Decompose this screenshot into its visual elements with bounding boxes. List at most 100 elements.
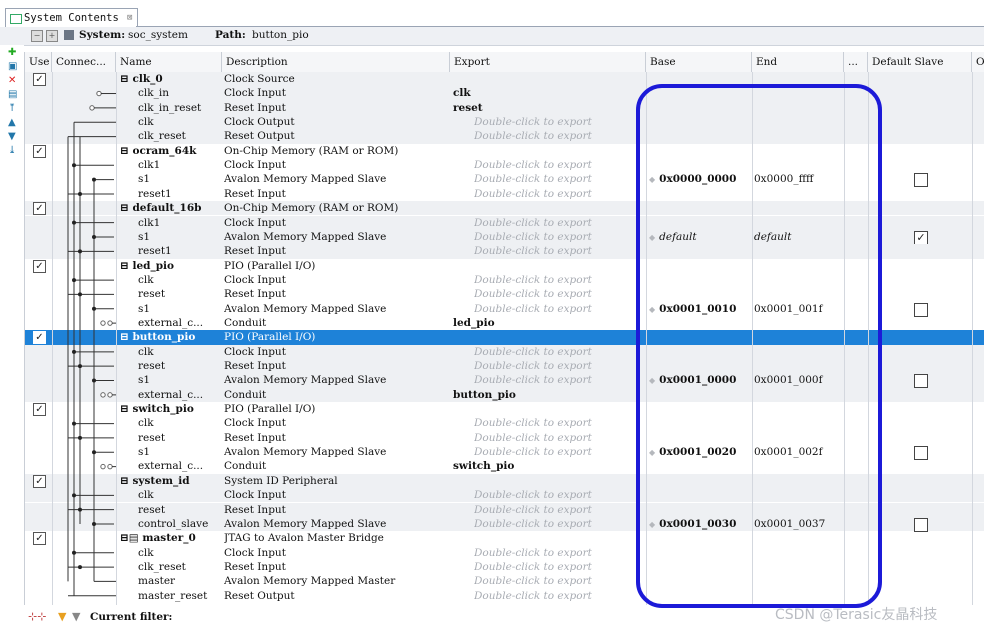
export-hint[interactable]: Double-click to export <box>474 574 644 588</box>
collapse-icon[interactable]: − <box>31 30 43 42</box>
col-name[interactable]: Name <box>116 52 222 72</box>
interface-name[interactable]: reset <box>138 359 222 373</box>
move-top-icon[interactable]: ⤒ <box>8 104 16 114</box>
export-hint[interactable]: Double-click to export <box>474 373 644 387</box>
component-name[interactable]: ⊟ default_16b <box>120 201 220 215</box>
export-point[interactable] <box>89 105 95 111</box>
export-point[interactable] <box>100 392 106 398</box>
remove-icon[interactable]: ✕ <box>8 76 16 86</box>
interface-name[interactable]: master_reset <box>138 589 222 603</box>
interface-name[interactable]: external_c... <box>138 459 222 473</box>
interface-name[interactable]: clk <box>138 115 222 129</box>
interface-name[interactable]: clk <box>138 416 222 430</box>
interface-name[interactable]: s1 <box>138 230 222 244</box>
export-hint[interactable]: Double-click to export <box>474 503 644 517</box>
interface-name[interactable]: clk_in_reset <box>138 101 222 115</box>
component-name[interactable]: ⊟ system_id <box>120 474 220 488</box>
use-checkbox[interactable]: ✓ <box>33 73 46 86</box>
export-hint[interactable]: Double-click to export <box>474 416 644 430</box>
connection-dot[interactable] <box>78 249 82 254</box>
default-slave-checkbox[interactable] <box>914 302 928 317</box>
col-opcode[interactable]: O <box>972 52 984 72</box>
connection-dot[interactable] <box>92 177 96 182</box>
default-slave-checkbox[interactable] <box>914 173 928 188</box>
interface-name[interactable]: reset <box>138 287 222 301</box>
interface-name[interactable]: clk <box>138 273 222 287</box>
component-name[interactable]: ⊟ clk_0 <box>120 72 220 86</box>
export-hint[interactable]: Double-click to export <box>474 244 644 258</box>
export-point[interactable] <box>100 463 106 470</box>
connection-dot[interactable] <box>78 191 82 196</box>
component-name[interactable]: ⊟ button_pio <box>120 330 220 344</box>
copy-icon[interactable]: ▣ <box>8 62 17 72</box>
use-checkbox[interactable]: ✓ <box>33 202 46 216</box>
connection-dot[interactable] <box>92 522 96 527</box>
use-checkbox[interactable]: ✓ <box>33 532 46 546</box>
interface-name[interactable]: external_c... <box>138 316 222 330</box>
funnel-icon[interactable]: ▼ <box>58 610 66 623</box>
export-point[interactable] <box>107 392 113 398</box>
col-connections[interactable]: Connec... <box>52 52 116 72</box>
interface-name[interactable]: master <box>138 574 222 588</box>
interface-name[interactable]: reset1 <box>138 244 222 258</box>
connection-dot[interactable] <box>92 235 96 240</box>
filter-icon[interactable]: ⊹⊹ <box>28 610 46 623</box>
export-hint[interactable]: Double-click to export <box>474 431 644 445</box>
connection-dot[interactable] <box>72 349 76 354</box>
col-default-slave[interactable]: Default Slave <box>868 52 972 72</box>
interface-name[interactable]: clk_reset <box>138 129 222 143</box>
export-point[interactable] <box>100 320 106 326</box>
export-hint[interactable]: Double-click to export <box>474 230 644 244</box>
expand-icon[interactable]: + <box>46 30 58 42</box>
interface-name[interactable]: reset <box>138 503 222 517</box>
interface-name[interactable]: reset1 <box>138 187 222 201</box>
add-icon[interactable]: ✚ <box>8 48 16 58</box>
component-name[interactable]: ⊟ ocram_64k <box>120 144 220 158</box>
clear-filter-icon[interactable]: ▼ <box>72 610 80 623</box>
use-checkbox[interactable]: ✓ <box>33 144 46 158</box>
export-hint[interactable]: Double-click to export <box>474 589 644 603</box>
connection-dot[interactable] <box>78 292 82 297</box>
interface-name[interactable]: clk <box>138 345 222 359</box>
export-name[interactable]: button_pio <box>453 388 623 402</box>
interface-name[interactable]: reset <box>138 431 222 445</box>
export-name[interactable]: switch_pio <box>453 459 623 473</box>
connection-dot[interactable] <box>72 493 76 498</box>
default-slave-checkbox[interactable] <box>914 446 928 461</box>
connection-graph[interactable] <box>52 72 116 605</box>
col-export[interactable]: Export <box>450 52 646 72</box>
component-name[interactable]: ⊟ switch_pio <box>120 402 220 416</box>
connection-dot[interactable] <box>92 450 96 455</box>
interface-name[interactable]: s1 <box>138 302 222 316</box>
connection-dot[interactable] <box>72 278 76 283</box>
interface-name[interactable]: clk1 <box>138 216 222 230</box>
interface-name[interactable]: clk <box>138 488 222 502</box>
export-hint[interactable]: Double-click to export <box>474 517 644 531</box>
move-bottom-icon[interactable]: ⤓ <box>8 146 16 156</box>
col-base[interactable]: Base <box>646 52 752 72</box>
move-up-icon[interactable]: ▲ <box>8 118 16 128</box>
export-point[interactable] <box>96 90 102 97</box>
interface-name[interactable]: clk1 <box>138 158 222 172</box>
use-checkbox[interactable]: ✓ <box>33 474 46 488</box>
use-checkbox[interactable]: ✓ <box>33 331 46 345</box>
export-hint[interactable]: Double-click to export <box>474 560 644 574</box>
interface-name[interactable]: s1 <box>138 373 222 387</box>
export-hint[interactable]: Double-click to export <box>474 302 644 316</box>
interface-name[interactable]: s1 <box>138 172 222 186</box>
component-name[interactable]: ⊟▤ master_0 <box>120 531 220 545</box>
use-checkbox[interactable]: ✓ <box>33 403 46 417</box>
connection-dot[interactable] <box>78 507 82 512</box>
export-hint[interactable]: Double-click to export <box>474 273 644 287</box>
move-down-icon[interactable]: ▼ <box>8 132 16 142</box>
export-name[interactable]: reset <box>453 101 623 115</box>
connection-dot[interactable] <box>72 421 76 426</box>
export-hint[interactable]: Double-click to export <box>474 359 644 373</box>
default-slave-checkbox[interactable] <box>914 517 928 532</box>
use-checkbox[interactable]: ✓ <box>33 259 46 273</box>
export-hint[interactable]: Double-click to export <box>474 345 644 359</box>
col-end[interactable]: End <box>752 52 844 72</box>
connection-dot[interactable] <box>92 306 96 311</box>
export-point[interactable] <box>107 320 113 326</box>
col-description[interactable]: Description <box>222 52 450 72</box>
